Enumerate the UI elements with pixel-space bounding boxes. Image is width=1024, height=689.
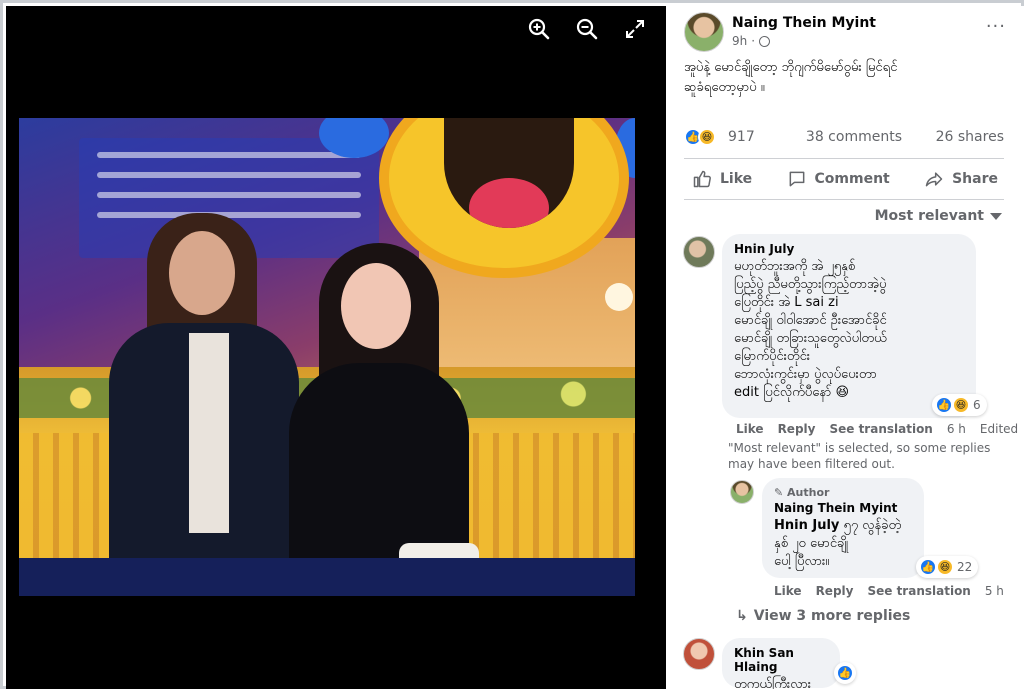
more-options-button[interactable]: ··· bbox=[986, 16, 1006, 37]
fullscreen-icon[interactable] bbox=[622, 16, 648, 42]
reply-author-name[interactable]: Naing Thein Myint bbox=[774, 501, 912, 515]
comment-reply-link[interactable]: Reply bbox=[778, 422, 816, 436]
commenter-avatar[interactable] bbox=[683, 236, 715, 268]
reply-mention[interactable]: Hnin July bbox=[774, 518, 839, 533]
post-panel: Naing Thein Myint 9h · ··· အူပဲနဲ့ မောင်… bbox=[666, 6, 1024, 689]
like-reaction-icon: 👍 bbox=[919, 558, 937, 576]
reaction-icons[interactable]: 👍 😆 bbox=[684, 128, 716, 146]
post-actions: Like Comment Share bbox=[684, 158, 1004, 200]
reply-translation-link[interactable]: See translation bbox=[867, 584, 970, 598]
shares-count[interactable]: 26 shares bbox=[936, 129, 1004, 145]
like-button[interactable]: Like bbox=[692, 169, 752, 189]
comment-button[interactable]: Comment bbox=[787, 169, 890, 189]
comment-icon bbox=[789, 171, 804, 187]
share-button[interactable]: Share bbox=[924, 169, 998, 189]
post-photo bbox=[19, 118, 635, 596]
reply-text: Hnin July ၅၇ လွန်ခဲ့တဲ့ နှစ် ၂၀ မောင်ချိ… bbox=[774, 518, 902, 569]
chevron-down-icon bbox=[990, 212, 1002, 220]
thumbs-up-icon bbox=[693, 170, 711, 188]
commenter-name[interactable]: Hnin July bbox=[734, 242, 964, 256]
reply-time[interactable]: 5 h bbox=[985, 584, 1004, 598]
photo-viewer bbox=[6, 6, 666, 689]
reply-bubble: ✎ Author Naing Thein Myint Hnin July ၅၇ … bbox=[762, 478, 924, 578]
reply-reply-link[interactable]: Reply bbox=[816, 584, 854, 598]
reply-actions: Like Reply See translation 5 h bbox=[774, 584, 1004, 598]
see-translation-link[interactable]: See translation bbox=[829, 422, 932, 436]
comment-sort-dropdown[interactable]: Most relevant bbox=[875, 208, 1002, 224]
post-meta: 9h · bbox=[732, 34, 771, 48]
share-icon bbox=[925, 172, 943, 187]
reply-avatar[interactable] bbox=[730, 480, 754, 504]
comment-like-link[interactable]: Like bbox=[736, 422, 764, 436]
reply-arrow-icon: ↳ bbox=[736, 608, 748, 624]
zoom-out-icon[interactable] bbox=[574, 16, 600, 42]
reaction-count[interactable]: 917 bbox=[728, 129, 755, 145]
comment-bubble: Khin San Hlaing တကယ်ကြီးလား bbox=[722, 638, 840, 689]
view-more-replies[interactable]: ↳ View 3 more replies bbox=[736, 608, 910, 624]
post-stats: 👍 😆 917 38 comments 26 shares bbox=[684, 128, 1004, 150]
edited-label: Edited bbox=[979, 422, 1019, 436]
like-reaction-icon: 👍 bbox=[935, 396, 953, 414]
haha-reaction-icon: 😆 bbox=[936, 558, 954, 576]
comment-bubble: Hnin July မဟုတ်ဘူးအကို အဲ ၂၅နှစ် ပြည့်ပွ… bbox=[722, 234, 976, 418]
photo-person-left bbox=[109, 213, 299, 596]
author-badge: ✎ Author bbox=[774, 486, 830, 499]
like-reaction-icon: 👍 bbox=[836, 664, 854, 682]
photo-person-right bbox=[279, 243, 479, 596]
author-name[interactable]: Naing Thein Myint bbox=[732, 15, 876, 31]
reply-like-link[interactable]: Like bbox=[774, 584, 802, 598]
reply-reactions[interactable]: 👍 😆 22 bbox=[916, 556, 979, 578]
viewer-toolbar bbox=[526, 16, 648, 42]
haha-reaction-icon: 😆 bbox=[698, 128, 716, 146]
comment-actions: Like Reply See translation 6 h Edited bbox=[736, 422, 1018, 436]
zoom-in-icon[interactable] bbox=[526, 16, 552, 42]
comment-time[interactable]: 6 h bbox=[947, 422, 966, 436]
comment-text: မဟုတ်ဘူးအကို အဲ ၂၅နှစ် ပြည့်ပွဲ ညီမတို့သ… bbox=[734, 259, 887, 400]
post-header: Naing Thein Myint 9h · ··· bbox=[684, 12, 1014, 54]
comments-count[interactable]: 38 comments bbox=[806, 129, 902, 145]
haha-reaction-icon: 😆 bbox=[952, 396, 970, 414]
comment-reactions[interactable]: 👍 bbox=[834, 662, 856, 684]
comment-text: တကယ်ကြီးလား bbox=[734, 677, 812, 689]
post-time[interactable]: 9h bbox=[732, 34, 747, 48]
post-text: အူပဲနဲ့ မောင်ချိုတော့ ဘိုဂျက်မိမော်ဝွမ်း… bbox=[684, 60, 898, 95]
commenter-avatar[interactable] bbox=[683, 638, 715, 670]
filter-note: "Most relevant" is selected, so some rep… bbox=[728, 441, 991, 471]
globe-icon bbox=[759, 35, 771, 47]
commenter-name[interactable]: Khin San Hlaing bbox=[734, 646, 828, 674]
author-avatar[interactable] bbox=[684, 12, 724, 52]
window-frame: Naing Thein Myint 9h · ··· အူပဲနဲ့ မောင်… bbox=[0, 0, 1024, 689]
comment-reactions[interactable]: 👍 😆 6 bbox=[932, 394, 987, 416]
